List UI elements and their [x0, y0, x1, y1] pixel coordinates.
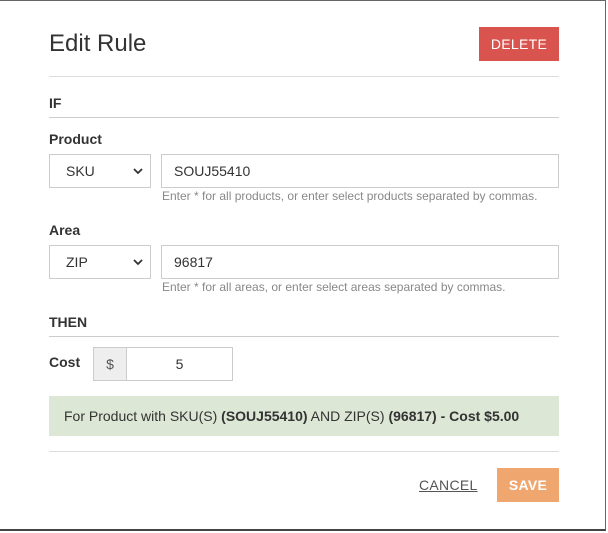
footer-divider — [49, 451, 559, 452]
header-divider — [49, 76, 559, 77]
cost-input[interactable]: 5 — [126, 347, 233, 381]
summary-sku: (SOUJ55410) — [221, 408, 308, 424]
product-help-text: Enter * for all products, or enter selec… — [162, 189, 538, 203]
if-section-label: IF — [49, 95, 62, 111]
edit-rule-dialog: Edit Rule DELETE IF Product SKU SOUJ5541… — [0, 0, 606, 531]
product-type-value: SKU — [66, 163, 95, 179]
cancel-button[interactable]: CANCEL — [419, 477, 478, 493]
area-input[interactable]: 96817 — [161, 245, 559, 279]
rule-summary: For Product with SKU(S) (SOUJ55410) AND … — [49, 396, 559, 436]
delete-button[interactable]: DELETE — [479, 27, 559, 61]
product-input[interactable]: SOUJ55410 — [161, 154, 559, 188]
area-help-text: Enter * for all areas, or enter select a… — [162, 280, 506, 294]
if-divider — [49, 117, 559, 118]
then-section-label: THEN — [49, 314, 88, 330]
cost-label: Cost — [49, 354, 81, 370]
area-type-value: ZIP — [66, 254, 88, 270]
area-label: Area — [49, 222, 81, 238]
dialog-title: Edit Rule — [49, 30, 147, 57]
summary-cost: - Cost $5.00 — [436, 408, 520, 424]
area-type-select[interactable]: ZIP — [49, 245, 151, 279]
product-label: Product — [49, 131, 102, 147]
summary-zip: (96817) — [388, 408, 437, 424]
chevron-down-icon — [133, 168, 143, 175]
save-button[interactable]: SAVE — [497, 468, 559, 502]
then-divider — [49, 336, 559, 337]
currency-addon: $ — [93, 347, 127, 381]
summary-prefix: For Product with SKU(S) — [64, 408, 222, 424]
chevron-down-icon — [133, 259, 143, 266]
summary-middle: AND ZIP(S) — [307, 408, 389, 424]
product-type-select[interactable]: SKU — [49, 154, 151, 188]
